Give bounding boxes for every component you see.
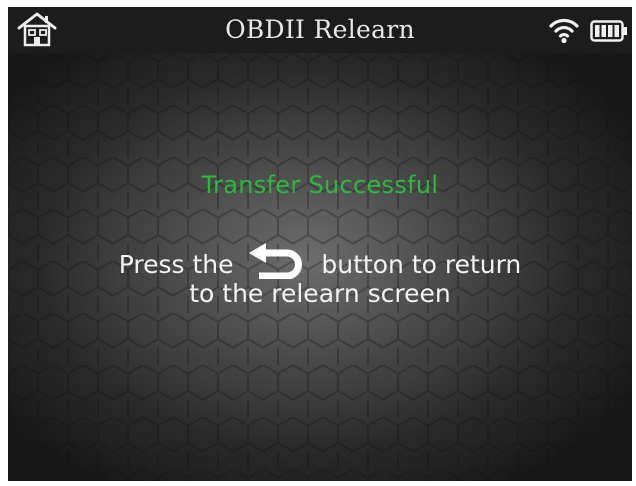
instruction-line-2: to the relearn screen	[189, 279, 451, 308]
device-frame: OBDII Relearn Transfer Successful Press …	[0, 0, 636, 486]
success-message: Transfer Successful	[201, 171, 439, 199]
back-arrow-icon	[249, 243, 303, 279]
wifi-icon	[549, 18, 579, 44]
message-panel: Transfer Successful Press the button to …	[8, 53, 632, 481]
instruction-line-1: Press the button to return	[8, 243, 632, 279]
battery-full-icon	[590, 20, 627, 42]
title-bar: OBDII Relearn	[8, 7, 632, 53]
instruction-text-before: Press the	[118, 250, 234, 279]
page-title: OBDII Relearn	[225, 15, 415, 44]
instruction-text-after: button to return	[321, 250, 522, 279]
device-screen: OBDII Relearn Transfer Successful Press …	[8, 7, 632, 481]
